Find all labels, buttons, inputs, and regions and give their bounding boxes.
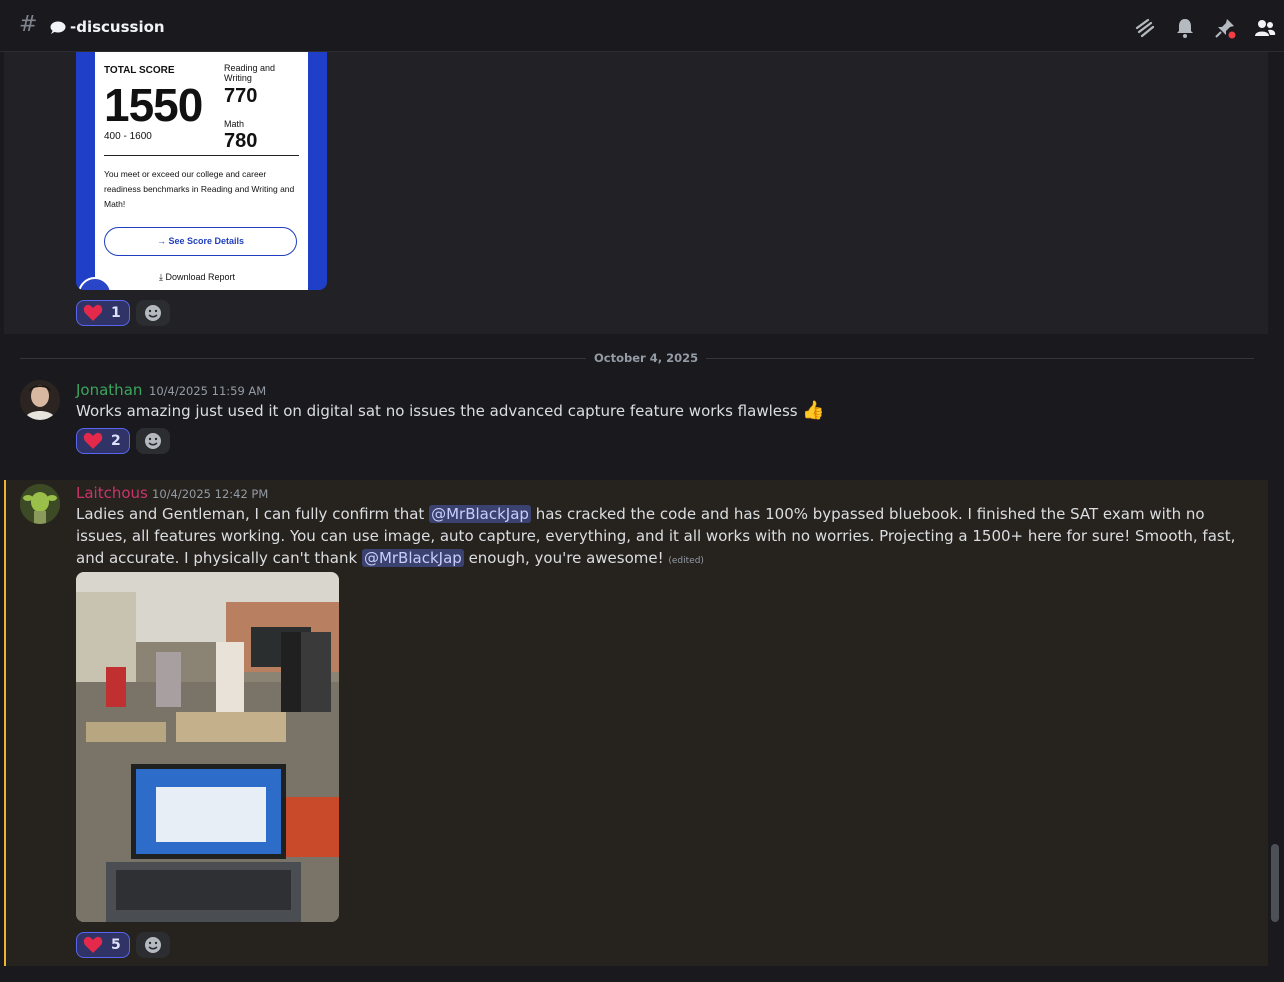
classroom-photo[interactable] <box>76 572 339 922</box>
avatar[interactable] <box>20 484 60 524</box>
score-description: You meet or exceed our college and caree… <box>104 169 295 209</box>
rw-label: Reading and Writing <box>224 63 276 83</box>
rw-score: 770 <box>224 85 258 107</box>
heart-icon <box>83 304 103 321</box>
message-list: TOTAL SCORE 1550 400 - 1600 Reading and … <box>4 52 1268 982</box>
message-body-3: enough, you're awesome! <box>463 549 669 567</box>
username[interactable]: Laitchous <box>76 484 148 502</box>
smiley-icon <box>144 305 161 321</box>
smiley-icon <box>144 937 161 953</box>
heart-reaction[interactable]: 1 <box>76 300 130 326</box>
members-icon[interactable] <box>1254 17 1276 39</box>
message-block: TOTAL SCORE 1550 400 - 1600 Reading and … <box>4 52 1268 334</box>
avatar[interactable] <box>20 380 60 420</box>
reaction-count: 5 <box>111 937 121 953</box>
pin-icon[interactable] <box>1214 17 1236 39</box>
download-report-label: Download Report <box>165 272 236 282</box>
username-label: Laitchous <box>76 484 148 502</box>
timestamp: 10/4/2025 11:59 AM <box>149 384 267 398</box>
add-reaction-button[interactable] <box>135 300 170 326</box>
hash-icon: # <box>19 12 38 37</box>
reactions-bar: 5 <box>76 932 170 958</box>
bell-icon[interactable] <box>1174 17 1196 39</box>
heart-reaction[interactable]: 2 <box>76 428 130 454</box>
username[interactable]: Jonathan <box>76 381 142 399</box>
timestamp: 10/4/2025 12:42 PM <box>152 487 269 501</box>
math-score: 780 <box>224 130 258 152</box>
channel-header: # -discussion <box>0 0 1284 52</box>
username-label: Jonathan <box>76 381 143 399</box>
reaction-count: 2 <box>111 433 121 449</box>
reactions-bar: 2 <box>76 428 170 454</box>
scrollbar[interactable] <box>1271 844 1279 922</box>
smiley-icon <box>144 433 161 449</box>
message-body-1: Ladies and Gentleman, I can fully confir… <box>76 505 430 523</box>
date-divider: October 4, 2025 <box>586 350 707 366</box>
divider-line <box>104 155 299 156</box>
thumbs-up-emoji: 👍 <box>802 400 825 421</box>
reaction-count: 1 <box>111 305 121 321</box>
channel-name: -discussion <box>70 18 165 36</box>
user-mention[interactable]: @MrBlackJap <box>429 505 531 523</box>
user-mention[interactable]: @MrBlackJap <box>361 549 464 567</box>
total-score: 1550 <box>104 79 203 131</box>
message-body: Works amazing just used it on digital sa… <box>76 402 798 420</box>
message-text: Works amazing just used it on digital sa… <box>76 400 825 422</box>
speech-bubble-icon <box>50 21 66 34</box>
total-score-label: TOTAL SCORE <box>104 65 175 76</box>
heart-reaction[interactable]: 5 <box>76 932 130 958</box>
score-report-image[interactable]: TOTAL SCORE 1550 400 - 1600 Reading and … <box>76 52 327 290</box>
see-score-details-button: → See Score Details <box>104 227 297 256</box>
math-label: Math <box>224 119 245 129</box>
heart-icon <box>83 936 103 953</box>
edited-tag: (edited) <box>668 556 704 566</box>
add-reaction-button[interactable] <box>135 428 170 454</box>
heart-icon <box>83 432 103 449</box>
download-report-link: ⤓ Download Report <box>159 272 236 282</box>
threads-icon[interactable] <box>1134 17 1156 39</box>
add-reaction-button[interactable] <box>135 932 170 958</box>
score-range: 400 - 1600 <box>104 131 152 142</box>
reactions-bar: 1 <box>76 300 170 326</box>
message-text: Ladies and Gentleman, I can fully confir… <box>76 503 1246 572</box>
